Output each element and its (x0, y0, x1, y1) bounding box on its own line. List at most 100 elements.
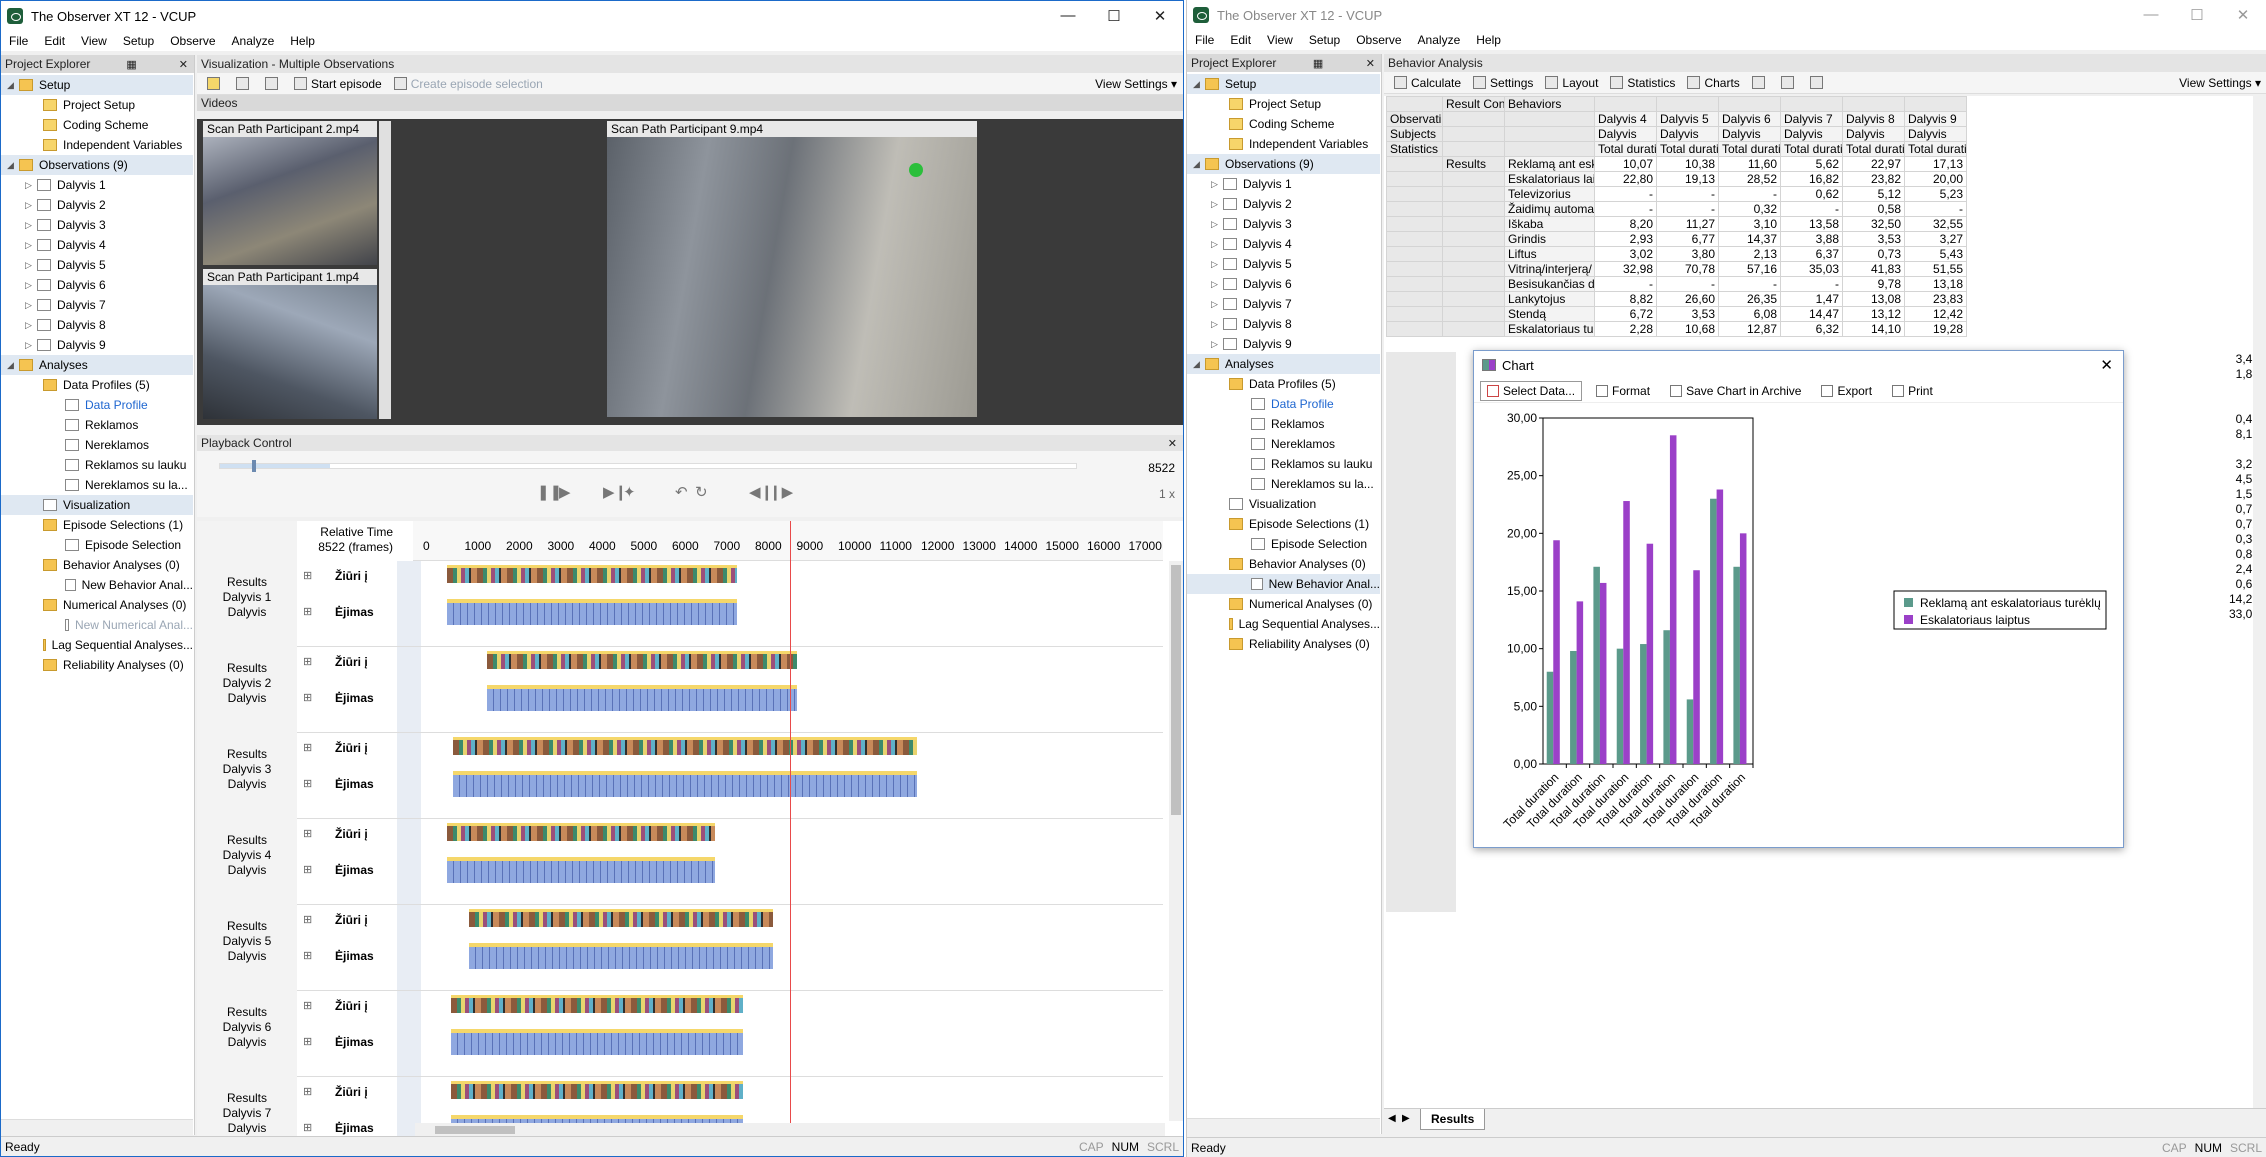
expand-icon[interactable]: ⊞ (303, 569, 312, 582)
tree-observation[interactable]: ▷ Dalyvis 2 (1, 195, 193, 215)
save-chart-button[interactable]: Save Chart in Archive (1664, 382, 1807, 400)
table-cell[interactable]: - (1594, 276, 1657, 292)
tree-episode-selections[interactable]: Episode Selections (1) (1187, 514, 1380, 534)
table-cell[interactable]: 0,73 (1842, 246, 1905, 262)
table-cell[interactable]: 57,16 (1718, 261, 1781, 277)
bar-series-2[interactable] (1693, 570, 1700, 764)
bar-series-2[interactable] (1646, 543, 1654, 764)
tree-item[interactable]: Reklamos (1, 415, 193, 435)
table-header[interactable]: Subjects (1386, 126, 1443, 142)
expand-icon[interactable]: ▷ (25, 200, 37, 211)
table-header[interactable]: Total duration (1842, 141, 1905, 157)
table-cell[interactable]: 0,88 (2211, 547, 2259, 562)
table-cell[interactable]: 2,13 (1718, 246, 1781, 262)
table-cell[interactable] (1442, 321, 1505, 337)
pointer-tool[interactable] (201, 77, 230, 90)
tree-observation[interactable]: ▷ Dalyvis 1 (1187, 174, 1380, 194)
table-cell[interactable] (1904, 96, 1967, 112)
pin-icon[interactable]: ▦ (120, 58, 142, 71)
table-cell[interactable] (1442, 216, 1505, 232)
tab-prev-icon[interactable]: ◀ (1388, 1113, 1396, 1124)
table-cell[interactable]: 12,87 (1718, 321, 1781, 337)
tree-observation[interactable]: ▷ Dalyvis 3 (1187, 214, 1380, 234)
tree-item[interactable]: New Numerical Anal... (1, 615, 193, 635)
table-cell[interactable]: 6,32 (1780, 321, 1843, 337)
tree-observation[interactable]: ▷ Dalyvis 4 (1, 235, 193, 255)
menu-view[interactable]: View (1259, 33, 1301, 47)
table-cell[interactable]: 2,93 (1594, 231, 1657, 247)
bar-series-1[interactable] (1686, 699, 1694, 764)
table-cell[interactable] (1442, 246, 1505, 262)
redo-icon[interactable]: ↻ (695, 483, 708, 501)
expand-icon[interactable]: ▷ (1211, 279, 1223, 290)
table-cell[interactable]: 51,55 (1904, 261, 1967, 277)
gaze-events-bar[interactable] (453, 737, 917, 755)
table-cell[interactable] (1442, 306, 1505, 322)
table-header[interactable]: Total duration (1904, 141, 1967, 157)
expand-icon[interactable]: ◢ (7, 80, 19, 91)
table-cell[interactable]: 0,72 (2211, 517, 2259, 532)
expand-icon[interactable]: ⊞ (303, 1085, 312, 1098)
table-cell[interactable]: - (1718, 186, 1781, 202)
timeline-ruler[interactable]: 0 1000 2000 3000 4000 5000 6000 7000 8000 9000 100… (413, 521, 1163, 561)
table-cell[interactable]: 9,78 (1842, 276, 1905, 292)
tree-observation[interactable]: ▷ Dalyvis 5 (1187, 254, 1380, 274)
table-cell[interactable]: 5,62 (1780, 156, 1843, 172)
table-header[interactable]: Dalyvis 5 (1656, 111, 1719, 127)
walking-events-bar[interactable] (447, 599, 737, 625)
tree-item[interactable]: Reklamos su lauku (1, 455, 193, 475)
table-cell[interactable] (1656, 96, 1719, 112)
walking-events-bar[interactable] (447, 857, 715, 883)
close-icon[interactable]: ✕ (2090, 356, 2123, 374)
tree-lag[interactable]: Lag Sequential Analyses... (1, 635, 193, 655)
table-cell[interactable]: 11,27 (1656, 216, 1719, 232)
expand-icon[interactable]: ⊞ (303, 913, 312, 926)
table-cell[interactable]: - (2211, 442, 2259, 457)
table-cell[interactable] (1718, 96, 1781, 112)
zoom-out-button[interactable] (1775, 76, 1804, 89)
menu-file[interactable]: File (1, 34, 36, 48)
expand-icon[interactable]: ⊞ (303, 777, 312, 790)
tree-data-profiles[interactable]: Data Profiles (5) (1187, 374, 1380, 394)
table-cell[interactable]: 2,47 (2211, 562, 2259, 577)
tree-observation[interactable]: ▷ Dalyvis 7 (1187, 294, 1380, 314)
table-cell[interactable]: - (1718, 276, 1781, 292)
start-episode-button[interactable]: Start episode (288, 77, 388, 91)
walking-events-bar[interactable] (469, 943, 773, 969)
table-cell[interactable]: Eskalatoriaus lai (1504, 171, 1595, 187)
zoom-fit-button[interactable] (1804, 76, 1833, 89)
results-vscrollbar[interactable] (2253, 96, 2266, 1108)
table-cell[interactable] (1386, 276, 1443, 292)
table-cell[interactable]: 8,12 (2211, 427, 2259, 442)
table-cell[interactable]: 22,97 (1842, 156, 1905, 172)
table-cell[interactable]: - (1904, 201, 1967, 217)
table-cell[interactable]: 11,60 (1718, 156, 1781, 172)
tree-observation[interactable]: ▷ Dalyvis 8 (1, 315, 193, 335)
tab-next-icon[interactable]: ▶ (1402, 1113, 1410, 1124)
table-cell[interactable]: 10,38 (1656, 156, 1719, 172)
table-header[interactable]: Dalyvis (1594, 126, 1657, 142)
table-cell[interactable]: 5,12 (1842, 186, 1905, 202)
bar-series-2[interactable] (1669, 435, 1677, 764)
expand-icon[interactable]: ▷ (25, 240, 37, 251)
layout-button[interactable]: Layout (1539, 76, 1604, 90)
pin-icon[interactable]: ▦ (1307, 57, 1329, 70)
tree-item[interactable]: Nereklamos (1, 435, 193, 455)
menu-help[interactable]: Help (1468, 33, 1509, 47)
table-cell[interactable]: Žaidimų automat (1504, 201, 1595, 217)
tree-item[interactable]: Independent Variables (1187, 134, 1380, 154)
maximize-icon[interactable]: ☐ (1091, 7, 1137, 25)
table-cell[interactable]: 14,10 (1842, 321, 1905, 337)
tree-lag[interactable]: Lag Sequential Analyses... (1187, 614, 1380, 634)
menu-setup[interactable]: Setup (1301, 33, 1348, 47)
table-cell[interactable]: - (2211, 382, 2259, 397)
tree-item[interactable]: Data Profile (1, 395, 193, 415)
expand-icon[interactable]: ⊞ (303, 605, 312, 618)
table-cell[interactable]: Televizorius (1504, 186, 1595, 202)
expand-icon[interactable]: ⊞ (303, 863, 312, 876)
table-cell[interactable]: 3,10 (1718, 216, 1781, 232)
tree-observations[interactable]: ◢ Observations (9) (1, 155, 193, 175)
table-cell[interactable]: 2,28 (1594, 321, 1657, 337)
tree-reliability[interactable]: Reliability Analyses (0) (1, 655, 193, 675)
table-cell[interactable]: 23,82 (1842, 171, 1905, 187)
